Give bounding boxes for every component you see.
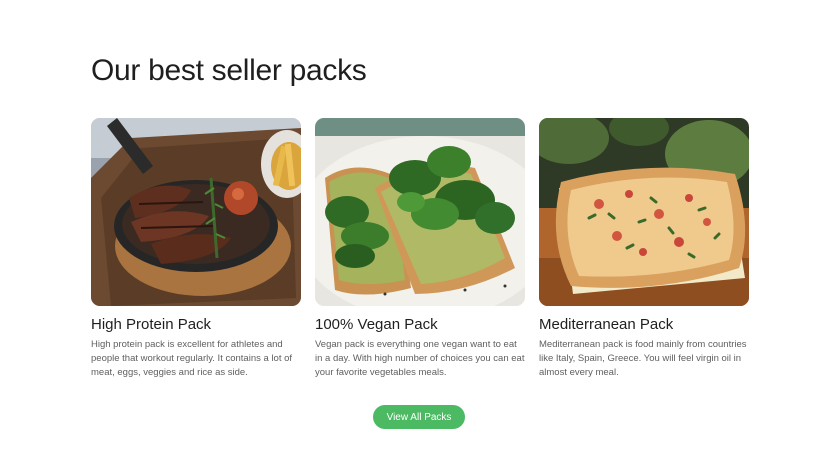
avocado-spinach-toast-photo[interactable] xyxy=(315,118,525,306)
pack-card-high-protein[interactable]: High Protein Pack High protein pack is e… xyxy=(91,118,301,380)
pack-title[interactable]: High Protein Pack xyxy=(91,316,301,334)
pack-title[interactable]: 100% Vegan Pack xyxy=(315,316,525,334)
packs-grid: High Protein Pack High protein pack is e… xyxy=(91,118,749,380)
pack-card-mediterranean[interactable]: Mediterranean Pack Mediterranean pack is… xyxy=(539,118,749,380)
steak-skillet-photo[interactable] xyxy=(91,118,301,306)
pack-description: High protein pack is excellent for athle… xyxy=(91,339,293,378)
pack-description: Vegan pack is everything one vegan want … xyxy=(315,339,525,378)
section-title: Our best seller packs xyxy=(91,54,367,87)
flatbread-pizza-photo[interactable] xyxy=(539,118,749,306)
pack-card-vegan[interactable]: 100% Vegan Pack Vegan pack is everything… xyxy=(315,118,525,380)
pack-description: Mediterranean pack is food mainly from c… xyxy=(539,339,747,378)
view-all-packs-button[interactable]: View All Packs xyxy=(373,405,465,429)
pack-title[interactable]: Mediterranean Pack xyxy=(539,316,749,334)
